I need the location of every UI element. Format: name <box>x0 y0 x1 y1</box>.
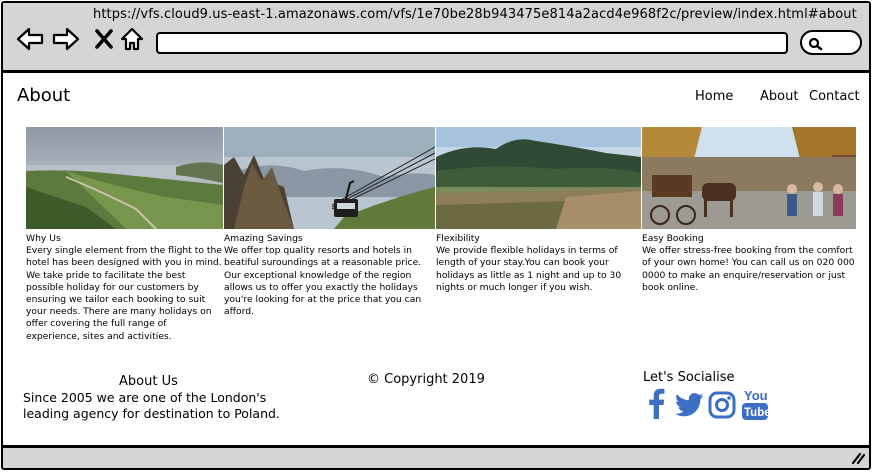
column-text: We offer top quality resorts and hotels … <box>224 245 422 318</box>
feature-column: Easy Booking We offer stress-free bookin… <box>642 233 858 294</box>
forest-mountain-photo <box>436 127 641 229</box>
arrow-right-icon <box>52 27 80 51</box>
horse-carriage-photo <box>642 127 856 229</box>
column-text: We offer stress-free booking from the co… <box>642 245 855 293</box>
nav-about-link[interactable]: About <box>760 89 798 104</box>
home-button[interactable] <box>117 25 147 53</box>
page-url: https://vfs.cloud9.us-east-1.amazonaws.c… <box>93 7 857 22</box>
search-icon <box>808 37 823 51</box>
page-title: About <box>17 85 71 106</box>
close-icon <box>95 29 113 49</box>
photo-gallery <box>26 127 856 229</box>
column-text: We provide flexible holidays in terms of… <box>436 245 622 293</box>
column-title: Amazing Savings <box>224 233 303 244</box>
browser-search-input[interactable] <box>800 30 862 55</box>
twitter-icon[interactable] <box>674 393 704 421</box>
social-title: Let's Socialise <box>643 370 735 385</box>
youtube-tube-text: Tube <box>744 407 769 419</box>
address-bar[interactable] <box>156 32 788 54</box>
resize-grip-icon[interactable] <box>851 452 865 464</box>
home-icon <box>120 27 144 51</box>
instagram-icon[interactable] <box>708 391 736 423</box>
column-text: Every single element from the flight to … <box>26 245 222 342</box>
coastline-photo <box>26 127 223 229</box>
browser-status-bar <box>3 445 869 468</box>
copyright-text: © Copyright 2019 <box>367 372 485 387</box>
back-button[interactable] <box>15 25 45 53</box>
youtube-you-text: You <box>744 388 768 403</box>
forward-button[interactable] <box>51 25 81 53</box>
footer-about-title: About Us <box>119 374 178 389</box>
browser-window: https://vfs.cloud9.us-east-1.amazonaws.c… <box>1 1 871 470</box>
column-title: Easy Booking <box>642 233 704 244</box>
feature-column: Why Us Every single element from the fli… <box>26 233 223 343</box>
page-content: About Home About Contact Why Us Every si… <box>3 76 869 445</box>
column-title: Why Us <box>26 233 61 244</box>
footer-about-text: Since 2005 we are one of the London's le… <box>23 390 280 421</box>
facebook-icon[interactable] <box>647 387 665 423</box>
nav-contact-link[interactable]: Contact <box>809 89 860 104</box>
feature-column: Flexibility We provide flexible holidays… <box>436 233 636 294</box>
browser-toolbar: https://vfs.cloud9.us-east-1.amazonaws.c… <box>3 3 869 73</box>
youtube-icon[interactable]: You Tube <box>741 387 771 425</box>
arrow-left-icon <box>16 27 44 51</box>
column-title: Flexibility <box>436 233 480 244</box>
cable-car-photo <box>224 127 435 229</box>
stop-button[interactable] <box>89 25 119 53</box>
nav-home-link[interactable]: Home <box>695 89 733 104</box>
feature-column: Amazing Savings We offer top quality res… <box>224 233 430 318</box>
